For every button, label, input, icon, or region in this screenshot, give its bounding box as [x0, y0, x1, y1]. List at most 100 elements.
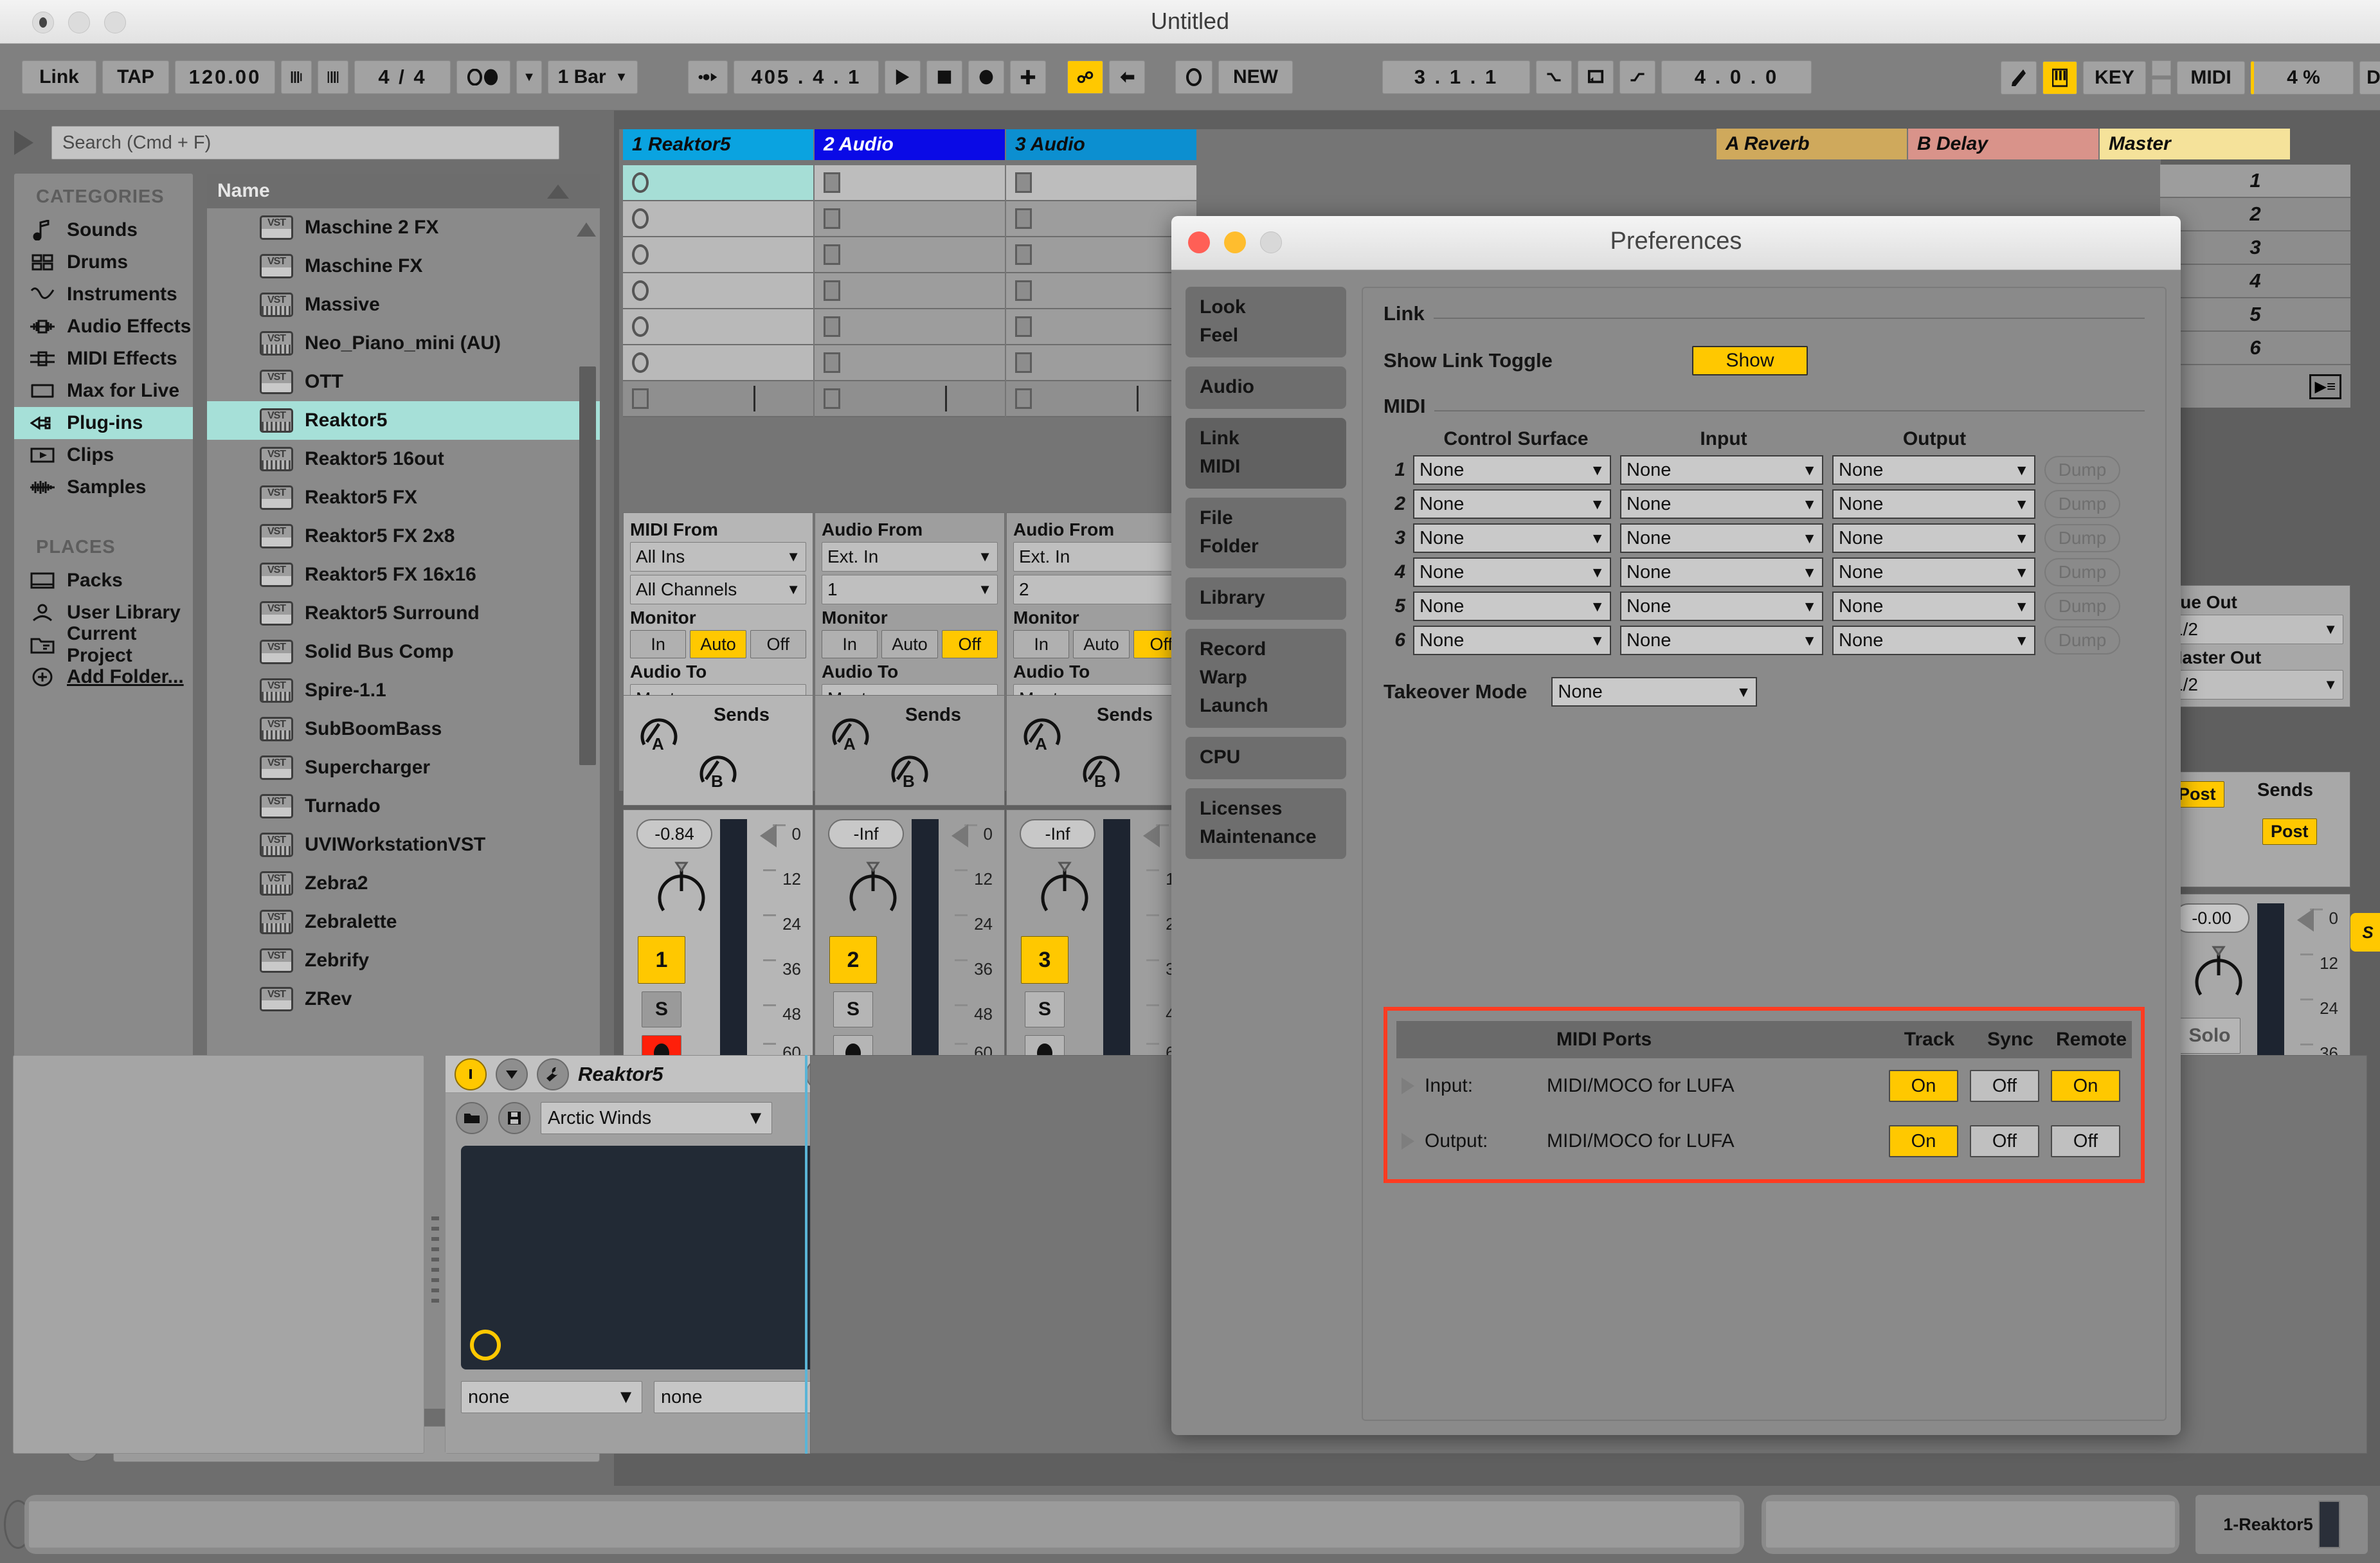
preferences-tab[interactable]: File Folder — [1185, 498, 1346, 568]
macro-left-dropdown[interactable]: none ▼ — [461, 1381, 642, 1413]
metronome-icon[interactable] — [281, 60, 312, 94]
sidebar-item-clips[interactable]: Clips — [14, 439, 193, 471]
loop-position-field[interactable]: 3 . 1 . 1 — [1382, 60, 1530, 94]
dump-button[interactable]: Dump — [2044, 626, 2120, 655]
preferences-tab[interactable]: Look Feel — [1185, 287, 1346, 357]
quantize-dropdown-arrow[interactable]: ▼ — [516, 60, 542, 94]
track-header[interactable]: 1 Reaktor5 — [623, 129, 813, 160]
clip-slot[interactable] — [1006, 201, 1196, 237]
dump-button[interactable]: Dump — [2044, 456, 2120, 484]
control-surface-dropdown[interactable]: None ▼ — [1413, 523, 1611, 553]
control-surface-output-dropdown[interactable]: None ▼ — [1832, 523, 2035, 553]
clip-slot[interactable] — [623, 345, 813, 381]
control-surface-dropdown[interactable]: None ▼ — [1413, 455, 1611, 485]
dump-button[interactable]: Dump — [2044, 490, 2120, 518]
search-input[interactable]: Search (Cmd + F) — [51, 126, 559, 159]
control-surface-dropdown[interactable]: None ▼ — [1413, 592, 1611, 621]
quantize-dropdown[interactable]: 1 Bar ▼ — [548, 60, 638, 94]
control-surface-output-dropdown[interactable]: None ▼ — [1832, 557, 2035, 587]
list-item[interactable]: VST ZRev — [207, 980, 600, 1018]
list-item[interactable]: VST Spire-1.1 — [207, 671, 600, 710]
send-a-knob[interactable]: A — [827, 705, 874, 754]
control-surface-input-dropdown[interactable]: None ▼ — [1620, 523, 1823, 553]
clip-slot[interactable] — [1006, 165, 1196, 201]
midi-port-track-toggle[interactable]: On — [1889, 1070, 1958, 1102]
midi-map-button[interactable]: MIDI — [2177, 60, 2245, 95]
send-b-knob[interactable]: B — [1077, 742, 1125, 791]
track-activator-button[interactable]: 1 — [638, 936, 685, 984]
plugin-display-area[interactable] — [461, 1146, 836, 1369]
monitor-in-button[interactable]: In — [630, 630, 687, 658]
dump-button[interactable]: Dump — [2044, 592, 2120, 620]
link-button[interactable]: Link — [22, 60, 96, 94]
sidebar-item-add-folder[interactable]: Add Folder... — [14, 661, 193, 693]
control-surface-output-dropdown[interactable]: None ▼ — [1832, 455, 2035, 485]
track-activator-button[interactable]: 3 — [1021, 936, 1068, 984]
folder-open-icon[interactable] — [456, 1102, 488, 1134]
takeover-mode-dropdown[interactable]: None ▼ — [1551, 677, 1758, 707]
input-channel-dropdown[interactable]: 1 ▼ — [822, 575, 998, 604]
pencil-icon[interactable] — [2001, 60, 2037, 95]
expand-arrow-icon[interactable] — [1402, 1078, 1414, 1094]
punch-in-icon[interactable] — [1536, 60, 1572, 94]
midi-port-remote-toggle[interactable]: On — [2051, 1070, 2120, 1102]
track-header[interactable]: 3 Audio — [1006, 129, 1196, 160]
clip-slot[interactable] — [623, 165, 813, 201]
return-track-a[interactable]: A Reverb — [1717, 129, 1907, 159]
crossfader-assign-button[interactable]: S — [2350, 913, 2380, 952]
list-item[interactable]: VST Reaktor5 FX — [207, 478, 600, 517]
list-item[interactable]: VST Solid Bus Comp — [207, 633, 600, 671]
master-solo-button[interactable]: Solo — [2179, 1018, 2240, 1054]
list-item[interactable]: VST Massive — [207, 285, 600, 324]
record-icon[interactable] — [968, 60, 1004, 94]
sidebar-item-current-project[interactable]: Current Project — [14, 623, 193, 666]
list-item[interactable]: VST Maschine FX — [207, 247, 600, 285]
list-item[interactable]: VST Zebrify — [207, 941, 600, 980]
control-surface-output-dropdown[interactable]: None ▼ — [1832, 489, 2035, 519]
send-a-knob[interactable]: A — [1018, 705, 1066, 754]
clip-slot[interactable] — [1006, 345, 1196, 381]
stop-icon[interactable] — [926, 60, 962, 94]
scene-launch-row[interactable]: ▶≡ — [2160, 365, 2350, 408]
sidebar-item-packs[interactable]: Packs — [14, 565, 193, 597]
fold-arrow-icon[interactable] — [496, 1058, 528, 1090]
list-item[interactable]: VST Reaktor5 — [207, 401, 600, 440]
midi-port-sync-toggle[interactable]: Off — [1970, 1070, 2039, 1102]
vertical-scrollbar-thumb[interactable] — [579, 366, 596, 765]
control-surface-dropdown[interactable]: None ▼ — [1413, 626, 1611, 655]
list-item[interactable]: VST OTT — [207, 363, 600, 401]
preferences-tab-list[interactable]: Look Feel Audio Link MIDI File Folder Library Re… — [1185, 287, 1346, 1422]
clip-stop-row[interactable] — [623, 381, 813, 417]
sidebar-item-audio-effects[interactable]: Audio Effects — [14, 311, 193, 343]
sidebar-item-sounds[interactable]: Sounds — [14, 214, 193, 246]
clip-slot[interactable] — [623, 309, 813, 345]
list-item[interactable]: VST Reaktor5 FX 2x8 — [207, 517, 600, 556]
preferences-tab[interactable]: CPU — [1185, 737, 1346, 779]
preferences-tab[interactable]: Licenses Maintenance — [1185, 788, 1346, 859]
expand-arrow-icon[interactable] — [1402, 1133, 1414, 1150]
control-surface-input-dropdown[interactable]: None ▼ — [1620, 626, 1823, 655]
scene-row[interactable]: 3 — [2160, 231, 2350, 265]
wrench-icon[interactable] — [537, 1058, 569, 1090]
clip-stop-row[interactable] — [1006, 381, 1196, 417]
master-sends-post-button[interactable]: Post — [2262, 818, 2317, 845]
midi-port-sync-toggle[interactable]: Off — [1970, 1125, 2039, 1157]
midi-port-track-toggle[interactable]: On — [1889, 1125, 1958, 1157]
control-surface-dropdown[interactable]: None ▼ — [1413, 489, 1611, 519]
play-icon[interactable] — [885, 60, 921, 94]
nudge-icon[interactable] — [318, 60, 348, 94]
sidebar-item-drums[interactable]: Drums — [14, 246, 193, 278]
clip-slot[interactable] — [623, 201, 813, 237]
punch-out-icon[interactable] — [1619, 60, 1655, 94]
monitor-auto-button[interactable]: Auto — [881, 630, 938, 658]
track-solo-button[interactable]: S — [1025, 991, 1065, 1027]
monitor-in-button[interactable]: In — [1013, 630, 1070, 658]
power-icon[interactable] — [455, 1058, 487, 1090]
dump-button[interactable]: Dump — [2044, 558, 2120, 586]
control-surface-input-dropdown[interactable]: None ▼ — [1620, 455, 1823, 485]
scene-row[interactable]: 5 — [2160, 298, 2350, 332]
scene-launch-icon[interactable]: ▶≡ — [2309, 374, 2341, 399]
control-surface-output-dropdown[interactable]: None ▼ — [1832, 592, 2035, 621]
tempo-field[interactable]: 120.00 — [175, 60, 275, 94]
scene-row[interactable]: 1 — [2160, 165, 2350, 198]
